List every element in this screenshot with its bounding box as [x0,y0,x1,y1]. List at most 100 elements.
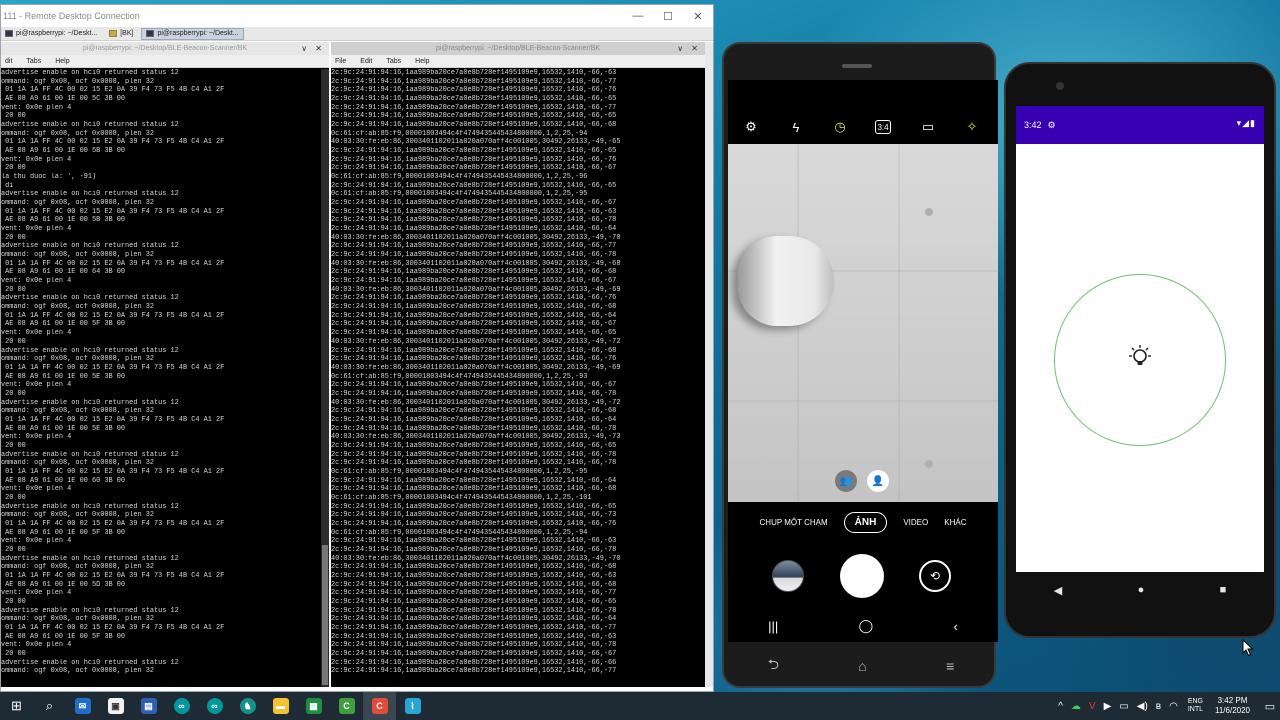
home-button[interactable]: ◯ [859,618,874,634]
battery-icon[interactable]: ▭ [1119,701,1128,712]
rpi-task-folder[interactable]: [BK] [105,28,137,40]
terminal-line: 2c:9c:24:91:94:16,1aa989ba20ce7a0e8b728e… [331,563,617,572]
show-hidden-icons[interactable]: ^ [1058,701,1063,712]
android-status-bar: 3:42 ⚙ ▾◢▮ [1016,106,1264,144]
volume-icon[interactable]: ◀) [1137,701,1148,712]
sheets-icon[interactable]: ▦ [297,692,330,720]
menu-help[interactable]: Help [415,58,429,65]
hw-menu-key[interactable]: ≡ [946,658,954,674]
terminal-line: 0c:61:cf:ab:85:f9,00001803494c4f47494354… [331,493,592,502]
mode-photo[interactable]: ẢNH [843,511,888,533]
system-tray: ^ ☁ V ▶ ▭ ◀) ʙ ◠ ENG INTL 3:42 PM 11/6/2… [1054,692,1280,720]
camera-viewfinder[interactable]: 👥 👤 [728,144,998,502]
mode-more[interactable]: KHÁC [944,518,966,527]
group-selfie-icon[interactable]: 👥 [835,470,857,492]
input-language[interactable]: ENG INTL [1188,698,1203,714]
terminal-line: ommand: ogf 0x08, ocf 0x0008, plen 32 [1,303,154,312]
mode-single-take[interactable]: CHỤP MỘT CHẠM [760,518,828,527]
network-icon[interactable]: ☁ [1071,701,1081,712]
close-button[interactable]: ✕ [683,5,713,27]
right-terminal-title-bar[interactable]: pi@raspberrypi: ~/Desktop/BLE-Beacon-Sca… [331,42,705,55]
terminal-line: 2c:9c:24:91:94:16,1aa989ba20ce7a0e8b728e… [331,199,617,208]
windows-start-icon[interactable]: ⊞ [0,692,33,720]
arduino-create-icon[interactable]: ⌇ [396,692,429,720]
terminal-line: 20 00 [1,597,26,606]
menu-tabs[interactable]: Tabs [26,58,41,65]
camtasia-icon[interactable]: C [330,692,363,720]
remote-desktop-icon[interactable]: ▤ [132,692,165,720]
terminal-line: 20 00 [1,285,26,294]
rdp-title-bar[interactable]: 111 - Remote Desktop Connection — ☐ ✕ [1,5,713,27]
remote-desktop-window[interactable]: 111 - Remote Desktop Connection — ☐ ✕ pi… [0,4,714,692]
taskbar-clock[interactable]: 3:42 PM 11/6/2020 [1215,696,1250,716]
right-terminal-controls[interactable]: ∨ ✕ [677,42,701,55]
back-button[interactable]: ◀ [1054,584,1062,597]
minimize-button[interactable]: — [623,5,653,27]
settings-gear-icon[interactable]: ⚙ [742,118,760,136]
terminal-line: ommand: ogf 0x08, ocf 0x0008, plen 32 [1,459,154,468]
aspect-ratio-icon[interactable]: 3:4 [875,120,891,134]
right-terminal-window[interactable]: pi@raspberrypi: ~/Desktop/BLE-Beacon-Sca… [331,42,705,687]
terminal-line: 2c:9c:24:91:94:16,1aa989ba20ce7a0e8b728e… [331,624,617,632]
timer-icon[interactable]: ◷ [831,118,849,136]
back-button[interactable]: ‹ [953,619,957,634]
hw-back-key[interactable]: ⮌ [768,654,779,678]
shutter-button[interactable] [840,554,884,598]
rpi-task-terminal-2[interactable]: pi@raspberrypi: ~/Deskt... [141,27,244,40]
scroll-thumb[interactable] [322,545,328,685]
bluetooth-icon[interactable]: ʙ [1156,701,1161,712]
gitkraken-icon[interactable]: ♞ [231,692,264,720]
right-terminal-output[interactable]: 2c:9c:24:91:94:16,1aa989ba20ce7a0e8b728e… [331,69,705,687]
menu-edit[interactable]: dit [5,58,12,65]
menu-edit[interactable]: Edit [360,58,372,65]
recents-button[interactable]: ■ [1220,584,1227,596]
terminal-line: 2c:9c:24:91:94:16,1aa989ba20ce7a0e8b728e… [331,69,617,77]
menu-file[interactable]: File [335,58,346,65]
menu-help[interactable]: Help [55,58,69,65]
file-explorer-icon[interactable]: ▬ [264,692,297,720]
terminal-line: AE 08 A9 61 00 1E 00 5F 3B 00 [1,632,126,641]
video-icon[interactable]: ▶ [1104,701,1112,712]
camera-screen: ⚙ ϟ ◷ 3:4 ▭ ✧ 👥 👤 CHỤP MỘT CHẠM ẢNH VIDE… [728,80,998,642]
menu-tabs[interactable]: Tabs [386,58,401,65]
right-edge-scrollbar[interactable] [705,42,713,687]
switch-camera-icon[interactable]: ⟲ [919,560,951,592]
maximize-button[interactable]: ☐ [653,5,683,27]
terminal-line: 2c:9c:24:91:94:16,1aa989ba20ce7a0e8b728e… [331,485,617,494]
mode-video[interactable]: VIDEO [903,518,928,527]
wifi-icon[interactable]: ◠ [1169,701,1178,712]
terminal-line: ommand: ogf 0x08, ocf 0x0008, plen 32 [1,199,154,208]
left-terminal-controls[interactable]: ∨ ✕ [301,42,325,55]
home-button[interactable]: ● [1138,584,1145,596]
mail-icon[interactable]: ✉ [66,692,99,720]
left-terminal-scrollbar[interactable] [321,69,329,687]
filter-sparkle-icon[interactable]: ✧ [963,118,981,136]
left-terminal-window[interactable]: pi@raspberrypi: ~/Desktop/BLE-Beacon-Sca… [1,42,329,687]
flash-off-icon[interactable]: ϟ [787,118,805,136]
gallery-thumbnail[interactable] [772,560,804,592]
left-terminal-title-bar[interactable]: pi@raspberrypi: ~/Desktop/BLE-Beacon-Sca… [1,42,329,55]
store-icon[interactable]: ▣ [99,692,132,720]
arduino-icon[interactable]: ∞ [198,692,231,720]
terminal-line: vent: 0x0e plen 4 [1,433,72,442]
single-selfie-icon[interactable]: 👤 [867,470,889,492]
terminal-line: 2c:9c:24:91:94:16,1aa989ba20ce7a0e8b728e… [331,424,617,433]
terminal-line: 20 00 [1,389,26,398]
search-icon[interactable]: ⌕ [33,692,66,720]
right-terminal-menu-bar: File Edit Tabs Help [331,55,705,68]
hw-home-key[interactable]: ⌂ [858,658,866,674]
left-terminal-output[interactable]: advertise enable on hci0 returned status… [1,69,321,687]
recent-apps-button[interactable]: ||| [768,619,778,634]
mouse-cursor-icon [1242,639,1254,657]
terminal-line: 2c:9c:24:91:94:16,1aa989ba20ce7a0e8b728e… [331,251,617,260]
antivirus-icon[interactable]: V [1089,701,1096,712]
arduino-icon[interactable]: ∞ [165,692,198,720]
lightbulb-icon[interactable] [1126,344,1154,372]
app-c-icon[interactable]: C [363,692,396,720]
rpi-task-terminal-1[interactable]: pi@raspberrypi: ~/Deskt... [1,28,101,40]
terminal-line: advertise enable on hci0 returned status… [1,346,179,355]
terminal-line: advertise enable on hci0 returned status… [1,450,179,459]
motion-photo-icon[interactable]: ▭ [919,118,937,136]
terminal-line: 2c:9c:24:91:94:16,1aa989ba20ce7a0e8b728e… [331,121,617,130]
notification-center-icon[interactable]: ▭ [1260,692,1280,720]
